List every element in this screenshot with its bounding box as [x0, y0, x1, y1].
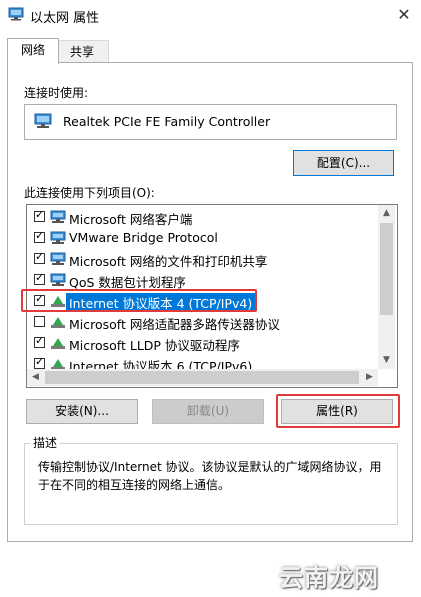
window-title: 以太网 属性: [30, 11, 100, 26]
checkbox[interactable]: [34, 355, 45, 369]
checkbox[interactable]: [34, 316, 45, 327]
list-item[interactable]: VMware Bridge Protocol: [27, 228, 379, 248]
scroll-right-icon[interactable]: ▶: [361, 369, 378, 386]
scroll-up-icon[interactable]: ▲: [378, 205, 395, 222]
network-adapter-icon: [8, 7, 24, 21]
title-bar: 以太网 属性 ✕: [0, 0, 421, 30]
list-item-label: Microsoft 网络客户端: [69, 212, 193, 227]
items-label: 此连接使用下列项目(O):: [24, 186, 155, 200]
connect-using-label: 连接时使用:: [24, 86, 89, 100]
list-item-label: VMware Bridge Protocol: [69, 230, 218, 245]
scrollbar-thumb[interactable]: [380, 223, 393, 315]
list-item-label: Microsoft 网络的文件和打印机共享: [69, 254, 268, 269]
tab-network[interactable]: 网络: [7, 38, 59, 64]
description-text: 传输控制协议/Internet 协议。该协议是默认的广域网络协议，用于在不同的相…: [38, 460, 382, 492]
list-item-label: Microsoft 网络适配器多路传送器协议: [69, 317, 280, 332]
description-title: 描述: [30, 434, 61, 451]
network-client-icon: [50, 210, 66, 223]
adapter-box: Realtek PCIe FE Family Controller: [24, 104, 397, 140]
scroll-left-icon[interactable]: ◀: [27, 369, 44, 386]
checkbox[interactable]: [34, 250, 45, 264]
scrollbar-thumb[interactable]: [45, 371, 359, 384]
checkbox[interactable]: [34, 208, 45, 222]
protocol-icon: [51, 317, 65, 328]
list-item[interactable]: Microsoft 网络客户端: [27, 207, 379, 227]
watermark: 云南龙网: [279, 564, 379, 592]
list-item[interactable]: QoS 数据包计划程序: [27, 270, 379, 290]
checkbox[interactable]: [34, 229, 45, 243]
highlight-frame-properties: [276, 394, 400, 428]
list-item[interactable]: Microsoft 网络的文件和打印机共享: [27, 249, 379, 269]
install-button[interactable]: 安装(N)...: [26, 399, 138, 424]
highlight-frame-ipv4: [21, 289, 257, 312]
vertical-scrollbar[interactable]: ▲ ▼: [378, 205, 395, 369]
uninstall-button[interactable]: 卸载(U): [152, 399, 264, 424]
close-icon[interactable]: ✕: [392, 3, 416, 27]
list-item[interactable]: Microsoft LLDP 协议驱动程序: [27, 333, 379, 353]
checkbox[interactable]: [34, 271, 45, 285]
list-item[interactable]: Microsoft 网络适配器多路传送器协议: [27, 312, 379, 332]
tab-share[interactable]: 共享: [55, 40, 109, 63]
horizontal-scrollbar[interactable]: ◀ ▶: [27, 369, 378, 386]
scroll-down-icon[interactable]: ▼: [378, 352, 395, 369]
list-item-label: Microsoft LLDP 协议驱动程序: [69, 338, 240, 353]
configure-button[interactable]: 配置(C)...: [293, 150, 394, 176]
adapter-name: Realtek PCIe FE Family Controller: [63, 114, 271, 129]
protocol-icon: [51, 338, 65, 349]
network-service-icon: [50, 273, 66, 286]
checkbox[interactable]: [34, 334, 45, 348]
network-adapter-icon: [34, 113, 52, 128]
network-service-icon: [50, 231, 66, 244]
network-service-icon: [50, 252, 66, 265]
